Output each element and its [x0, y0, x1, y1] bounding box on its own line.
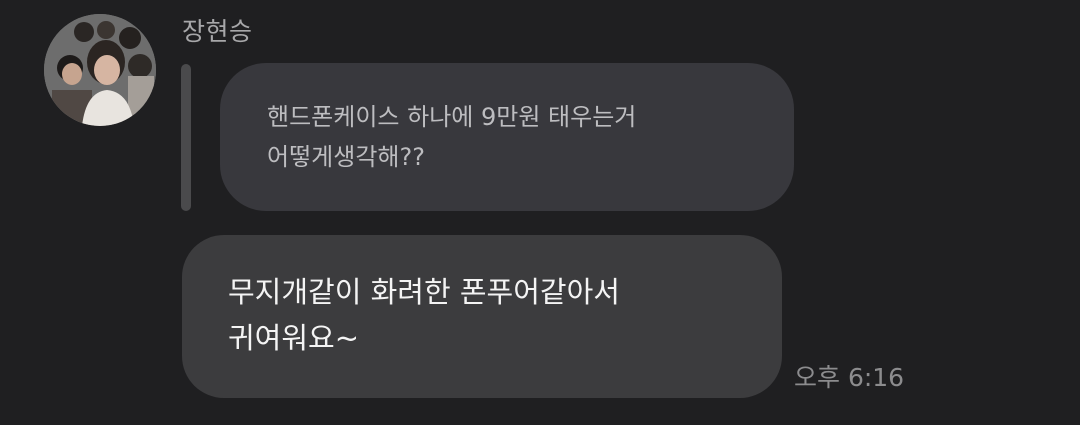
reply-message-bubble[interactable]: 무지개같이 화려한 폰푸어같아서 귀여워요~ [182, 235, 782, 398]
quoted-message-line: 핸드폰케이스 하나에 9만원 태우는거 [267, 103, 637, 131]
message-timestamp: 오후 6:16 [794, 363, 905, 392]
group-photo-avatar-icon [44, 14, 156, 126]
reply-message-line: 무지개같이 화려한 폰푸어같아서 [228, 275, 620, 309]
quoted-message-bubble[interactable]: 핸드폰케이스 하나에 9만원 태우는거 어떻게생각해?? [220, 63, 794, 211]
reply-message-line: 귀여워요~ [228, 321, 360, 355]
quoted-message-line: 어떻게생각해?? [267, 143, 425, 171]
quote-bar [181, 64, 191, 211]
avatar[interactable] [44, 14, 156, 126]
sender-name: 장현승 [182, 17, 253, 46]
